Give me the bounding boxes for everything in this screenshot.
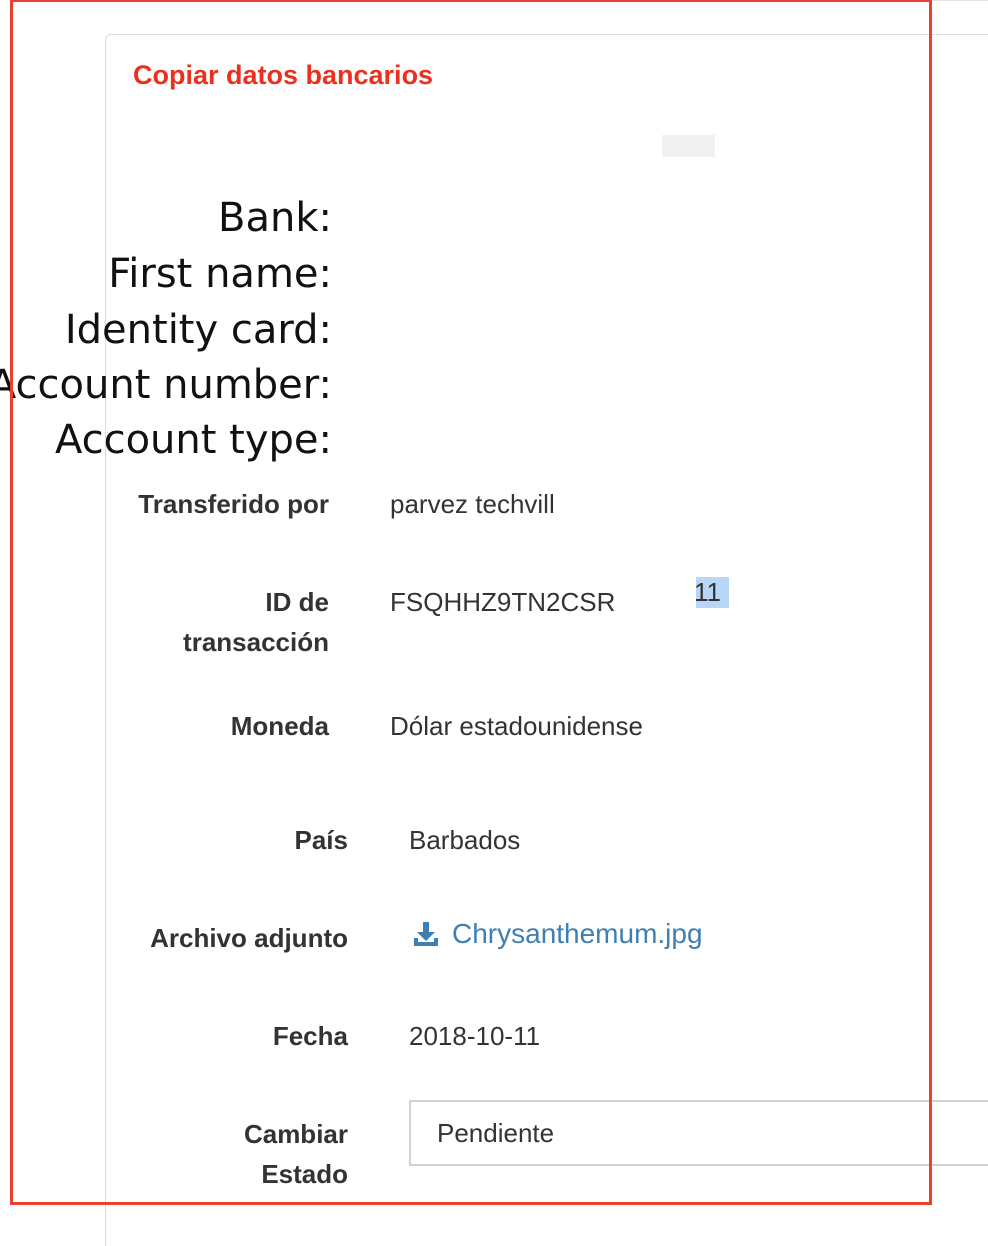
download-icon [414, 922, 438, 946]
account-number-label: Account number: [0, 362, 332, 408]
identity-card-label: Identity card: [64, 307, 332, 353]
currency-value: Dólar estadounidense [390, 711, 643, 741]
transaction-id-label-line1: ID de [265, 587, 329, 617]
empty-placeholder-chip [662, 135, 715, 157]
account-type-label: Account type: [54, 417, 332, 463]
country-value: Barbados [409, 825, 521, 855]
country-label: País [294, 825, 349, 855]
currency-label: Moneda [230, 711, 329, 741]
status-select[interactable]: Pendiente [409, 1100, 988, 1166]
change-status-label-line1: Cambiar [243, 1119, 348, 1149]
bank-label: Bank: [218, 195, 332, 241]
transaction-detail-page: Copiar datos bancarios Bank: First name:… [0, 0, 988, 1246]
date-value: 2018-10-11 [409, 1021, 541, 1051]
first-name-label: First name: [108, 251, 332, 297]
transaction-id-label-line2: transacción [183, 627, 329, 657]
attachment-download-link[interactable]: Chrysanthemum.jpg [412, 918, 703, 950]
top-divider [76, 0, 988, 1]
transferred-by-value: parvez techvill [390, 489, 555, 519]
text-selection-highlight: 11 [696, 577, 729, 608]
date-label: Fecha [272, 1021, 348, 1051]
copy-bank-details-link[interactable]: Copiar datos bancarios [133, 60, 433, 91]
transferred-by-label: Transferido por [138, 489, 329, 519]
change-status-label-line2: Estado [261, 1159, 348, 1189]
attachment-file-name[interactable]: Chrysanthemum.jpg [452, 918, 703, 950]
transaction-id-value: FSQHHZ9TN2CSR [390, 587, 616, 617]
attachment-label: Archivo adjunto [150, 923, 348, 953]
